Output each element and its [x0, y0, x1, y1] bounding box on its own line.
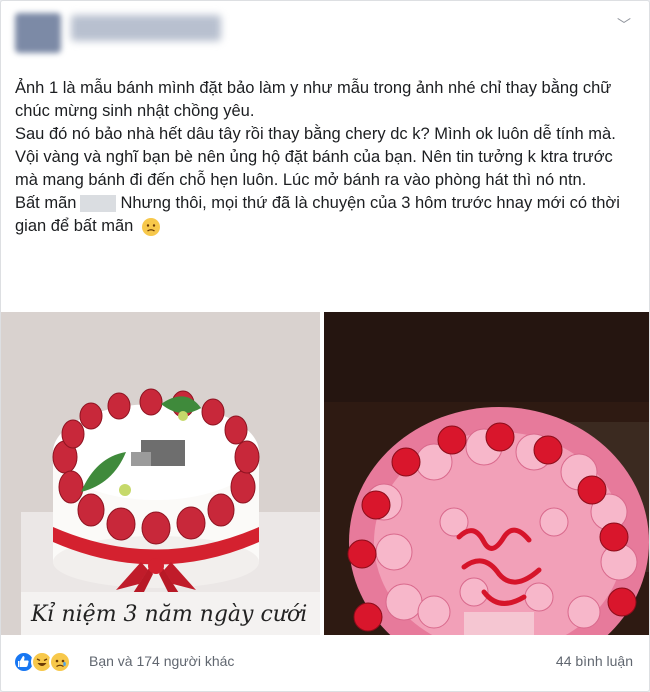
post-line: Vội vàng và nghĩ bạn bè nên ủng hộ đặt b… — [15, 148, 613, 189]
comments-count[interactable]: 44 bình luận — [556, 653, 633, 669]
post-line-last: Bất mãn Nhưng thôi, mọi thứ đã là chuyện … — [15, 194, 620, 236]
sad-face-icon — [141, 217, 160, 236]
post-line: Ảnh 1 là mẫu bánh mình đặt bảo làm y như… — [15, 79, 612, 120]
post-card: ﹀ Ảnh 1 là mẫu bánh mình đặt bảo làm y n… — [0, 0, 650, 692]
photo-strawberry-cake[interactable]: Kỉ niệm 3 năm ngày cưới — [1, 312, 320, 635]
photo-cherry-cake[interactable] — [324, 312, 649, 635]
avatar[interactable] — [15, 13, 61, 53]
photo-caption-handwriting: Kỉ niệm 3 năm ngày cưới — [31, 602, 308, 627]
post-line: Sau đó nó bảo nhà hết dâu tây rồi thay b… — [15, 125, 616, 143]
sad-icon[interactable] — [49, 651, 71, 673]
reactions-count[interactable]: Bạn và 174 người khác — [89, 653, 234, 669]
photo-grid[interactable]: Kỉ niệm 3 năm ngày cưới — [1, 312, 649, 635]
chevron-down-icon[interactable]: ﹀ — [617, 15, 631, 35]
post-text: Ảnh 1 là mẫu bánh mình đặt bảo làm y như… — [15, 77, 625, 238]
redacted-text — [80, 195, 117, 213]
author-name-blurred[interactable] — [71, 15, 221, 41]
post-footer: Bạn và 174 người khác 44 bình luận — [1, 641, 649, 681]
